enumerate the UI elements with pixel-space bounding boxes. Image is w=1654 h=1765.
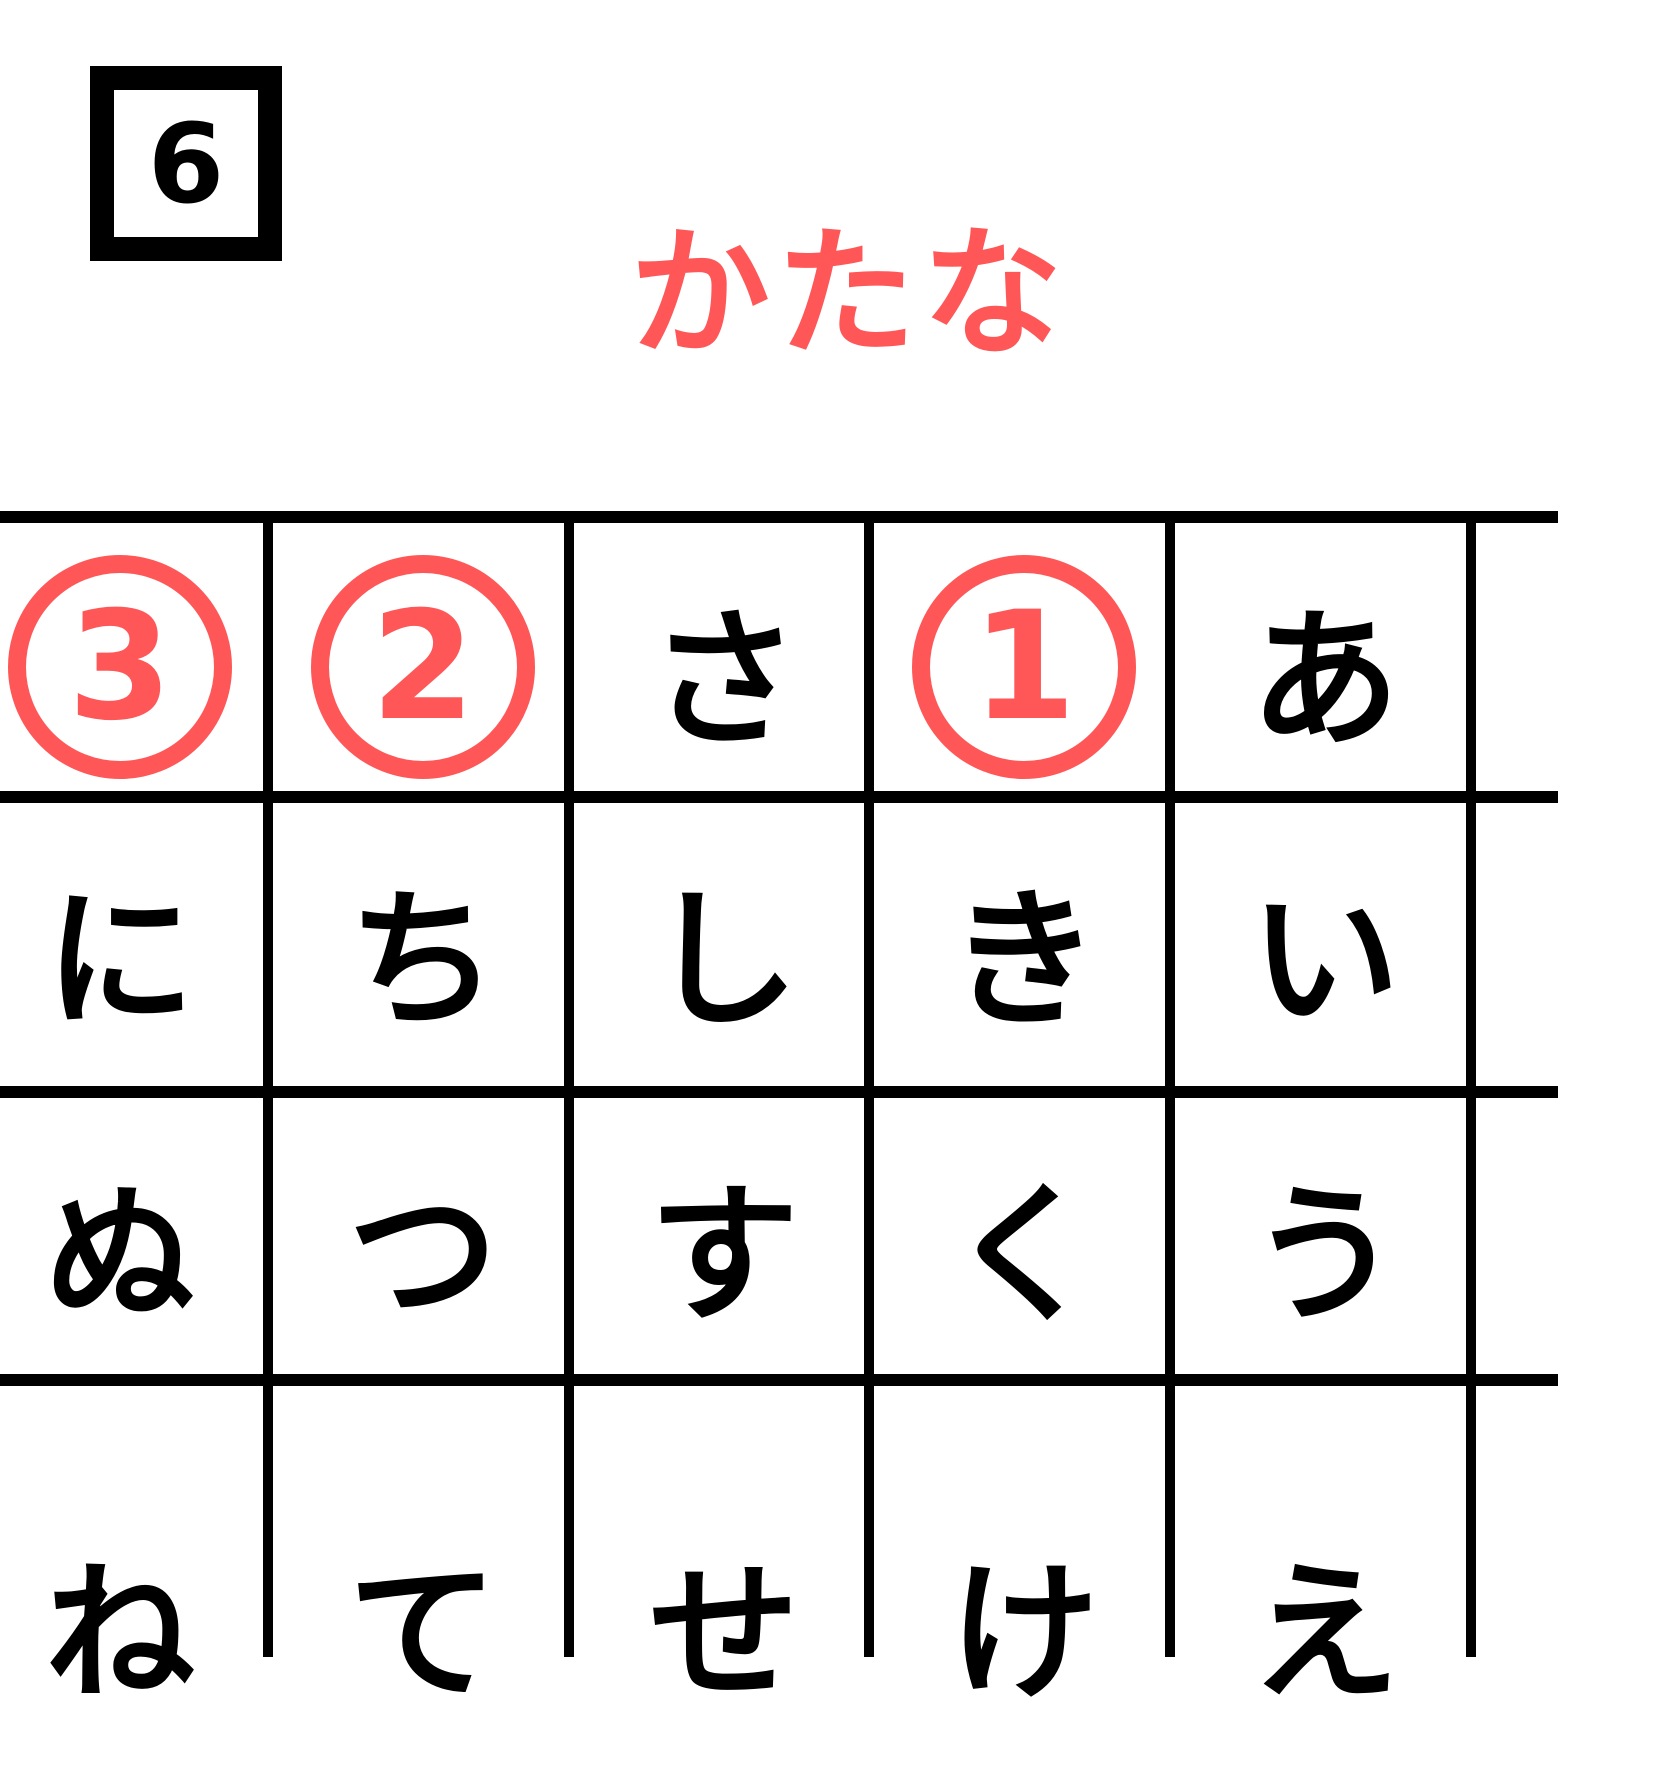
kana-character: ぬ: [44, 1168, 195, 1343]
grid-cell: ね: [0, 1475, 270, 1765]
kana-character: い: [1249, 873, 1400, 1048]
kana-character: せ: [648, 1546, 799, 1721]
grid-cell: ぬ: [0, 1097, 270, 1387]
kana-character: ね: [44, 1546, 195, 1721]
kana-character: き: [948, 873, 1099, 1048]
kana-character: え: [1249, 1546, 1400, 1721]
grid-cell: ち: [273, 802, 573, 1092]
kana-character: あ: [1249, 593, 1400, 768]
grid-cell: き: [874, 802, 1174, 1092]
kana-character: う: [1249, 1168, 1400, 1343]
grid-cell: せ: [574, 1475, 874, 1765]
grid-cell: つ: [273, 1097, 573, 1387]
kana-character: ち: [347, 873, 498, 1048]
grid-cell: 1: [874, 522, 1174, 812]
grid-cell: す: [574, 1097, 874, 1387]
grid-cell: て: [273, 1475, 573, 1765]
kana-character: つ: [347, 1168, 498, 1343]
grid-cell: い: [1175, 802, 1475, 1092]
circled-number: 3: [8, 555, 232, 779]
grid-cell: し: [574, 802, 874, 1092]
grid-cell: あ: [1175, 522, 1475, 812]
grid-cell: 2: [273, 522, 573, 812]
kana-character: し: [648, 873, 799, 1048]
question-number: 6: [147, 99, 225, 228]
question-number-box: 6: [90, 66, 282, 261]
kana-character: け: [948, 1546, 1099, 1721]
kana-character: に: [44, 873, 195, 1048]
grid-cell: え: [1175, 1475, 1475, 1765]
circled-number: 2: [311, 555, 535, 779]
circled-number: 1: [912, 555, 1136, 779]
grid-cell: さ: [574, 522, 874, 812]
kana-character: さ: [648, 593, 799, 768]
grid-cell: う: [1175, 1097, 1475, 1387]
kana-character: て: [347, 1546, 498, 1721]
grid-cell: 3: [0, 522, 270, 812]
kana-character: く: [948, 1168, 1099, 1343]
grid-cell: く: [874, 1097, 1174, 1387]
grid-cell: け: [874, 1475, 1174, 1765]
answer-title: かたな: [630, 213, 1069, 376]
grid-cell: に: [0, 802, 270, 1092]
kana-character: す: [648, 1168, 799, 1343]
